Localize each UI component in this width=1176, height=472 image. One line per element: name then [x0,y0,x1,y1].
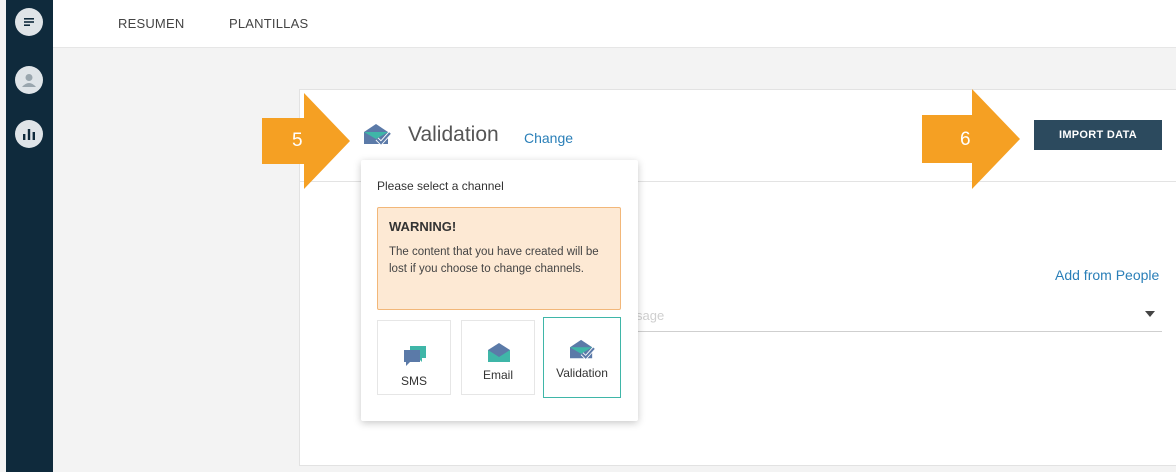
email-envelope-icon [487,342,511,369]
import-data-button[interactable]: IMPORT DATA [1034,120,1162,150]
annotation-number-5: 5 [292,130,303,151]
warning-title: WARNING! [389,219,457,234]
change-channel-link[interactable]: Change [524,130,573,146]
message-select-underline[interactable] [636,331,1162,332]
stats-chart-icon[interactable] [15,120,43,148]
annotation-arrow-5: 5 [262,93,352,194]
user-avatar-icon[interactable] [15,66,43,94]
popup-title: Please select a channel [377,179,504,193]
channel-option-sms[interactable]: SMS [377,320,451,395]
channel-label-sms: SMS [400,374,427,388]
sms-chat-icon [402,344,428,373]
annotation-arrow-6: 6 [922,89,1022,194]
dropdown-caret-icon[interactable] [1145,311,1155,317]
channel-select-popup: Please select a channel WARNING! The con… [361,160,638,421]
validation-envelope-icon [568,338,596,367]
add-from-people-link[interactable]: Add from People [1055,267,1159,283]
channel-option-email[interactable]: Email [461,320,535,395]
channel-option-validation[interactable]: Validation [543,317,621,398]
select-placeholder: sage [636,308,665,323]
warning-box: WARNING! The content that you have creat… [377,207,621,310]
tab-resumen[interactable]: RESUMEN [118,16,184,31]
warning-text: The content that you have created will b… [389,246,599,275]
validation-envelope-icon [362,122,392,153]
channel-title: Validation [408,123,499,146]
annotation-number-6: 6 [960,129,971,150]
tab-plantillas[interactable]: PLANTILLAS [229,16,308,31]
channel-label-email: Email [482,368,513,382]
top-nav: RESUMEN PLANTILLAS [53,0,1176,48]
chat-bubble-icon[interactable] [15,8,43,36]
channel-label-validation: Validation [556,366,608,380]
sidebar [6,0,53,472]
